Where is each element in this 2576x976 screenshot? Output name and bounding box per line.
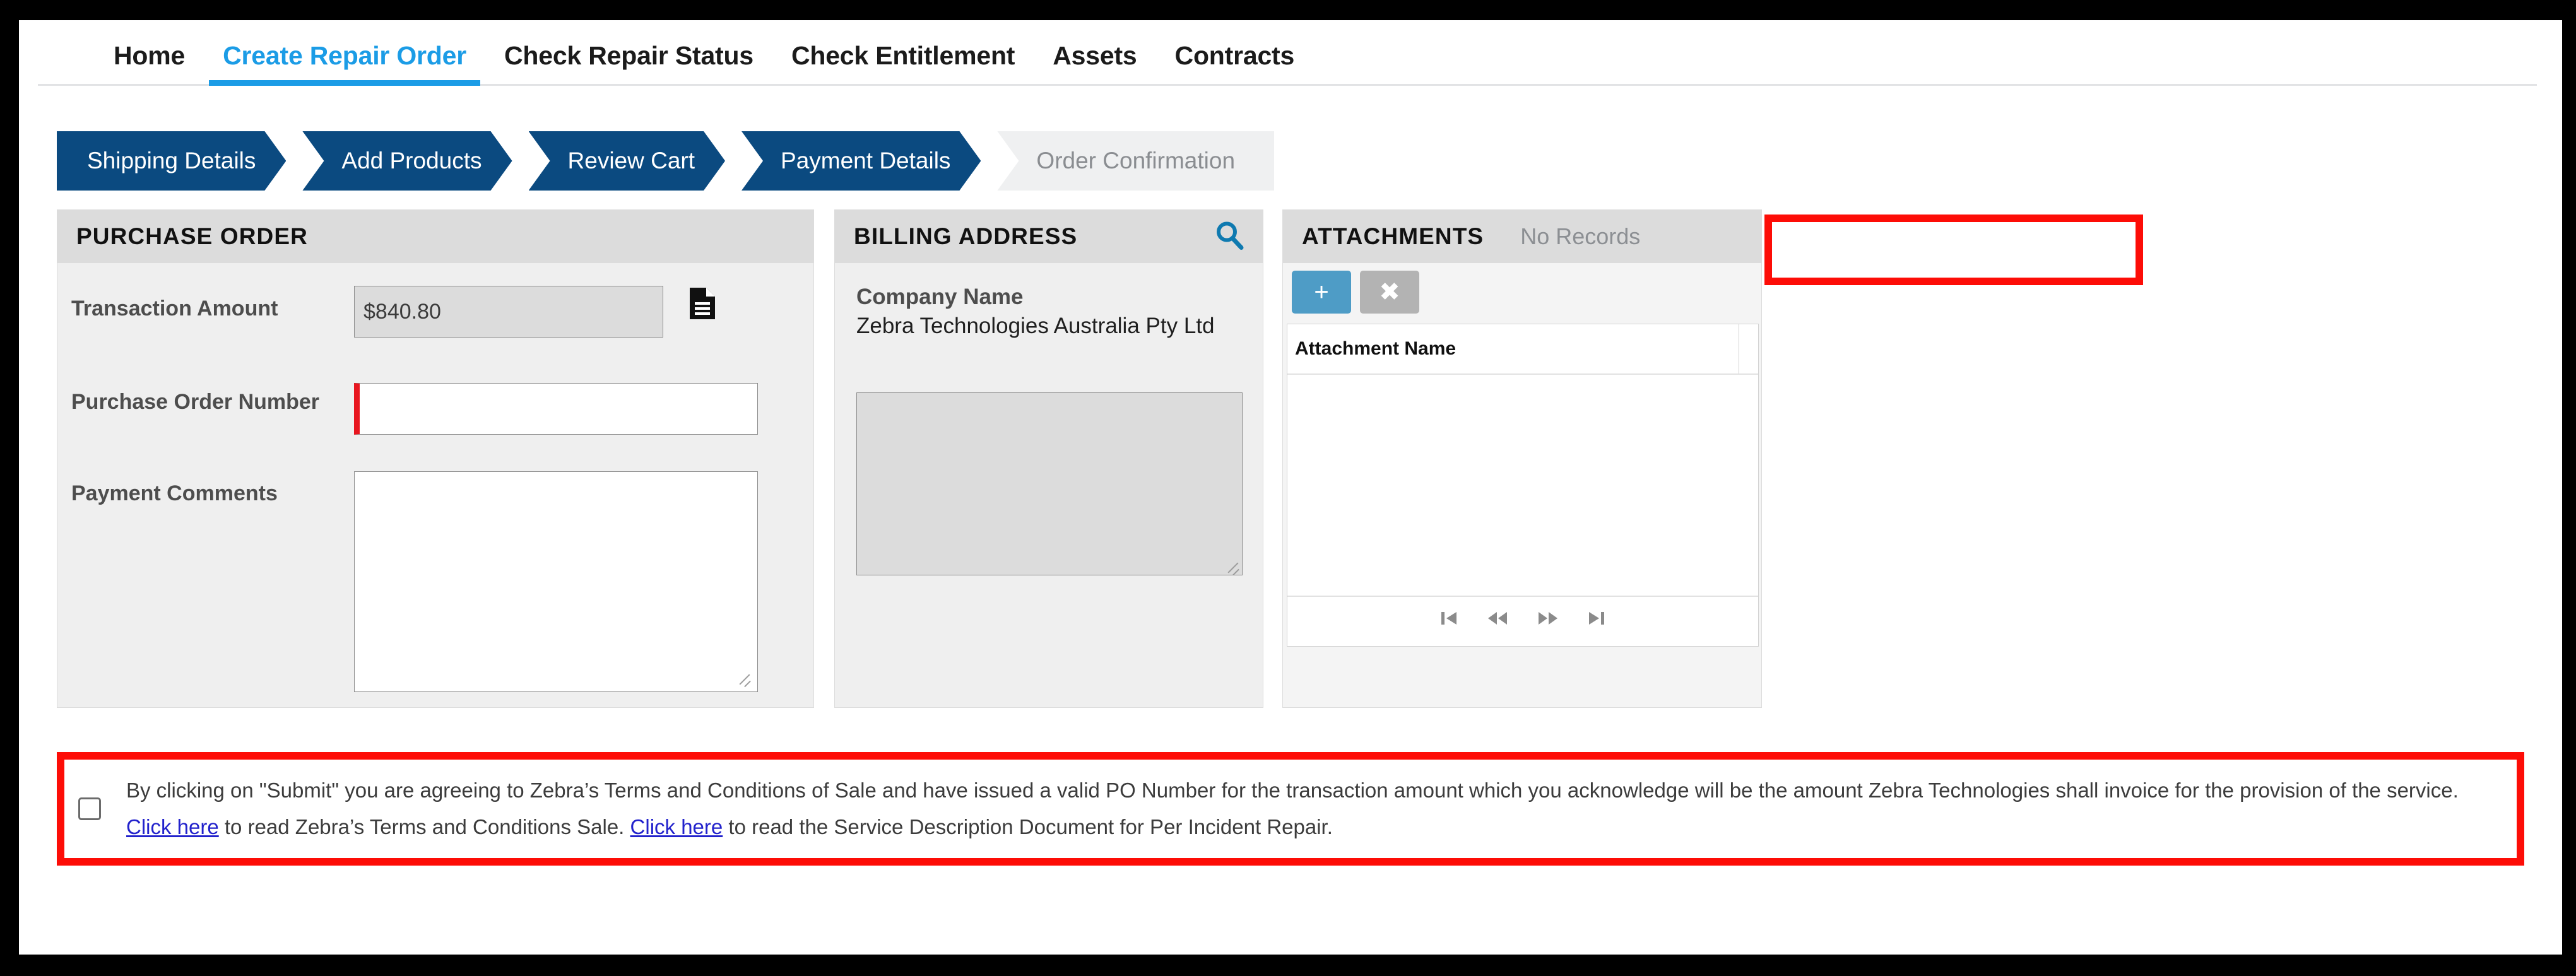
attachments-panel: ATTACHMENTS No Records + ✖ Attachment Na… — [1282, 209, 1762, 708]
terms-text: By clicking on "Submit" you are agreeing… — [126, 772, 2503, 845]
last-page-icon[interactable] — [1588, 610, 1605, 631]
add-attachment-button[interactable]: + — [1292, 271, 1351, 314]
billing-address-body: Company Name Zebra Technologies Australi… — [835, 263, 1263, 760]
wizard-step-add-products[interactable]: Add Products — [302, 131, 512, 191]
purchase-order-panel: PURCHASE ORDER Transaction Amount Purcha… — [57, 209, 814, 708]
company-name-value: Zebra Technologies Australia Pty Ltd — [856, 314, 1215, 338]
nav-item-assets[interactable]: Assets — [1034, 28, 1155, 84]
wizard-step-review-cart[interactable]: Review Cart — [529, 131, 726, 191]
attachments-grid: Attachment Name — [1287, 324, 1759, 647]
purchase-order-header: PURCHASE ORDER — [57, 210, 813, 263]
terms-checkbox[interactable] — [78, 797, 101, 820]
billing-address-textarea[interactable] — [856, 392, 1243, 575]
transaction-amount-input[interactable] — [354, 286, 663, 338]
nav-item-check-entitlement[interactable]: Check Entitlement — [772, 28, 1034, 84]
attachments-header: ATTACHMENTS No Records — [1283, 210, 1761, 263]
payment-comments-label: Payment Comments — [71, 481, 278, 505]
delete-attachment-button[interactable]: ✖ — [1360, 271, 1419, 314]
column-attachment-name[interactable]: Attachment Name — [1287, 324, 1739, 373]
attachments-grid-header: Attachment Name — [1287, 324, 1758, 375]
next-page-icon[interactable] — [1537, 610, 1559, 631]
previous-page-icon[interactable] — [1487, 610, 1508, 631]
company-name-label: Company Name — [856, 285, 1024, 309]
billing-address-title: BILLING ADDRESS — [854, 223, 1078, 249]
terms-part-1: By clicking on "Submit" you are agreeing… — [126, 779, 2459, 802]
terms-part-3: to read the Service Description Document… — [723, 815, 1333, 838]
transaction-amount-label: Transaction Amount — [71, 297, 278, 320]
billing-address-panel: BILLING ADDRESS Company Name Zebra Techn… — [834, 209, 1263, 708]
panel-row: PURCHASE ORDER Transaction Amount Purcha… — [57, 209, 2524, 708]
nav-item-check-repair-status[interactable]: Check Repair Status — [485, 28, 772, 84]
attachments-title: ATTACHMENTS — [1302, 223, 1484, 249]
wizard-step-payment-details[interactable]: Payment Details — [741, 131, 981, 191]
wizard-step-order-confirmation: Order Confirmation — [997, 131, 1275, 191]
wizard-steps: Shipping Details Add Products Review Car… — [57, 131, 1291, 191]
app-viewport: Home Create Repair Order Check Repair St… — [19, 20, 2562, 955]
terms-link-2[interactable]: Click here — [630, 815, 723, 838]
column-spacer — [1739, 324, 1758, 373]
attachments-toolbar: + ✖ — [1283, 263, 1761, 321]
attachments-grid-body — [1287, 375, 1758, 596]
purchase-order-body: Transaction Amount Purchase Order Number… — [57, 263, 813, 760]
main-navigation: Home Create Repair Order Check Repair St… — [38, 28, 2537, 86]
nav-item-create-repair-order[interactable]: Create Repair Order — [204, 28, 485, 86]
purchase-order-title: PURCHASE ORDER — [76, 223, 308, 249]
payment-comments-textarea[interactable] — [354, 471, 758, 692]
terms-agreement-box: By clicking on "Submit" you are agreeing… — [57, 752, 2524, 866]
wizard-step-shipping-details[interactable]: Shipping Details — [57, 131, 286, 191]
purchase-order-number-label: Purchase Order Number — [71, 390, 320, 414]
attachments-status: No Records — [1520, 223, 1641, 249]
terms-link-1[interactable]: Click here — [126, 815, 219, 838]
first-page-icon[interactable] — [1440, 610, 1458, 631]
search-icon[interactable] — [1214, 220, 1245, 254]
nav-list: Home Create Repair Order Check Repair St… — [95, 28, 1314, 86]
purchase-order-number-input[interactable] — [354, 383, 758, 435]
document-icon[interactable] — [688, 287, 716, 323]
nav-item-home[interactable]: Home — [95, 28, 204, 84]
nav-item-contracts[interactable]: Contracts — [1156, 28, 1314, 84]
attachments-pager — [1287, 596, 1758, 644]
terms-part-2: to read Zebra’s Terms and Conditions Sal… — [218, 815, 630, 838]
billing-address-header: BILLING ADDRESS — [835, 210, 1263, 263]
